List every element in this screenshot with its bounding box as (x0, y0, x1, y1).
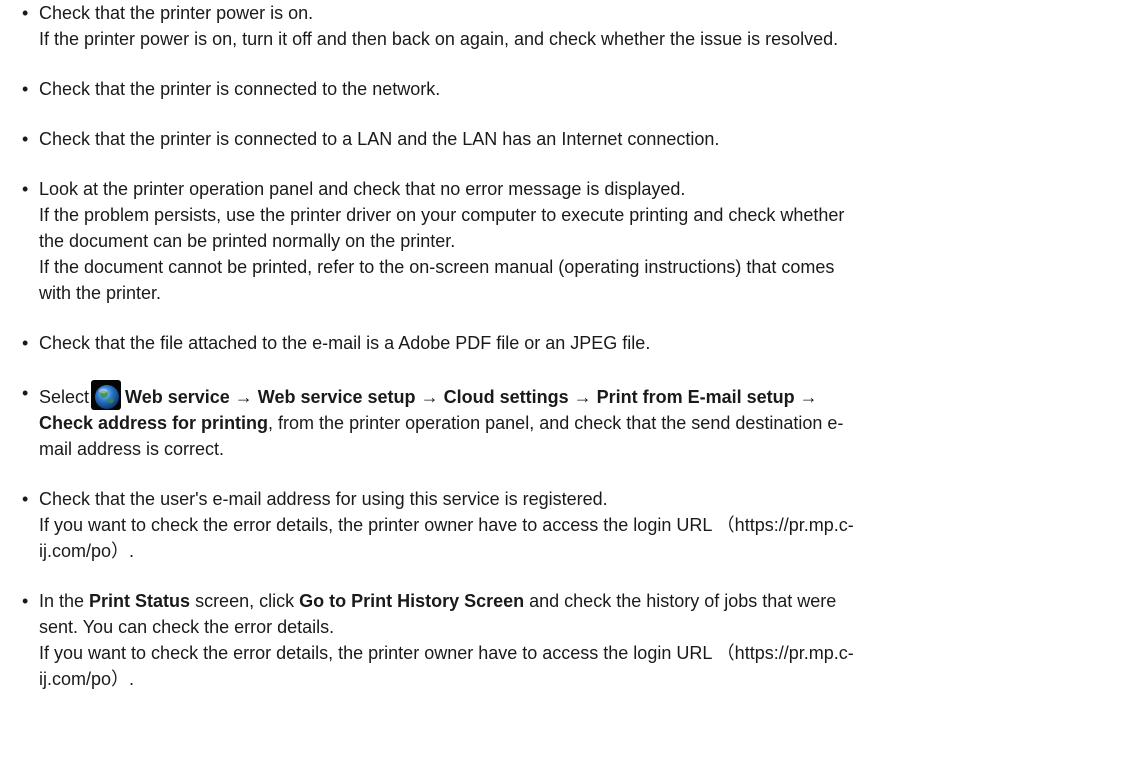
item-text: If the document cannot be printed, refer… (39, 257, 835, 277)
bullet: • (22, 3, 29, 23)
item-text: sent. You can check the error details. (39, 617, 335, 637)
item-text: the document can be printed normally on … (39, 231, 456, 251)
item-text: Check that the printer is connected to t… (39, 79, 441, 99)
troubleshooting-list: • Check that the printer power is on. If… (0, 0, 1123, 692)
item-text: ij.com/po）. (39, 669, 135, 689)
bullet: • (22, 129, 29, 149)
list-item: • Check that the printer is connected to… (0, 76, 1123, 102)
bullet: • (22, 591, 29, 611)
item-text: mail address is correct. (39, 439, 225, 459)
item-text: screen, click (190, 591, 300, 611)
arrow: → (234, 387, 253, 407)
bullet: • (22, 179, 29, 199)
arrow: → (420, 387, 439, 407)
item-text: ij.com/po）. (39, 541, 135, 561)
bullet: • (22, 489, 29, 509)
list-item: • Check that the user's e-mail address f… (0, 486, 1123, 564)
menu-path-check-address: Check address for printing (39, 413, 269, 433)
item-text: If the problem persists, use the printer… (39, 205, 845, 225)
menu-path-cloud-settings: Cloud settings (443, 387, 569, 407)
list-item: • Check that the printer is connected to… (0, 126, 1123, 152)
web-service-globe-icon (91, 380, 122, 410)
arrow: → (573, 387, 592, 407)
arrow: → (799, 387, 818, 407)
item-text: Look at the printer operation panel and … (39, 179, 686, 199)
list-item-print-status: • In the Print Status screen, click Go t… (0, 588, 1123, 692)
menu-path-print-from-email-setup: Print from E-mail setup (596, 387, 795, 407)
item-text: In the (39, 591, 90, 611)
item-text: with the printer. (39, 283, 162, 303)
item-text: If the printer power is on, turn it off … (39, 29, 839, 49)
item-text: Check that the printer is connected to a… (39, 129, 720, 149)
item-text: If you want to check the error details, … (39, 515, 854, 535)
menu-path-line: Check address for printing, from the pri… (39, 410, 1109, 436)
bullet: • (22, 79, 29, 99)
item-text: Check that the user's e-mail address for… (39, 489, 608, 509)
item-text: If you want to check the error details, … (39, 643, 854, 663)
list-item: • Look at the printer operation panel an… (0, 176, 1123, 306)
bullet: • (22, 383, 29, 403)
go-to-print-history-label: Go to Print History Screen (299, 591, 525, 611)
list-item-select-path: • Select Web service → Web service setup … (0, 380, 1123, 462)
list-item: • Check that the printer power is on. If… (0, 0, 1123, 52)
list-item: • Check that the file attached to the e-… (0, 330, 1123, 356)
item-text: , from the printer operation panel, and … (268, 413, 844, 433)
bullet: • (22, 333, 29, 353)
item-text: Check that the printer power is on. (39, 3, 314, 23)
menu-path-web-service-setup: Web service setup (257, 387, 416, 407)
menu-path-web-service: Web service (125, 387, 230, 407)
item-text: Check that the file attached to the e-ma… (39, 333, 651, 353)
item-line: In the Print Status screen, click Go to … (39, 588, 1109, 614)
item-text: and check the history of jobs that were (524, 591, 837, 611)
select-prefix: Select (39, 387, 90, 407)
menu-path-line: Select Web service → Web service setup → … (39, 380, 1109, 410)
print-status-label: Print Status (89, 591, 191, 611)
